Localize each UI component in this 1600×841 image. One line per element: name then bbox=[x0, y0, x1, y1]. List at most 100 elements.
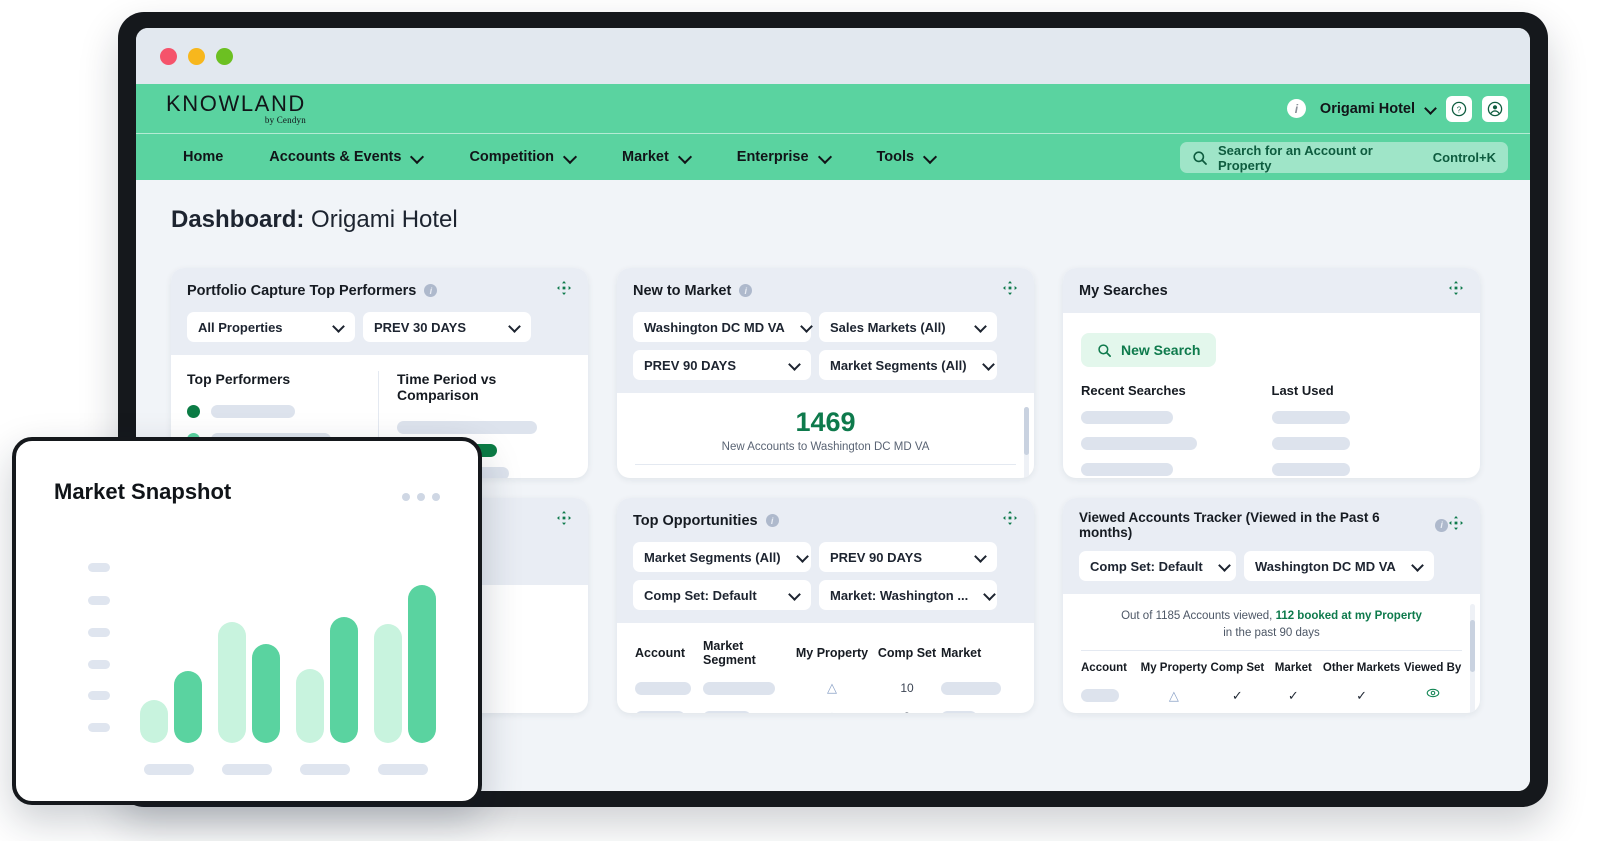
column-recent-searches: Recent Searches bbox=[1081, 383, 1186, 398]
column-account: Account bbox=[635, 476, 787, 478]
drag-handle-icon[interactable] bbox=[556, 510, 572, 531]
redacted-value bbox=[635, 710, 685, 713]
filter-market-segments[interactable]: Market Segments (All) bbox=[819, 350, 997, 380]
drag-handle-icon[interactable] bbox=[1448, 515, 1464, 536]
drag-handle-icon[interactable] bbox=[1002, 280, 1018, 301]
comparison-heading: Time Period vs Comparison bbox=[397, 371, 497, 403]
drag-handle-icon[interactable] bbox=[1002, 510, 1018, 531]
filter-market-segments[interactable]: Market Segments (All) bbox=[633, 542, 811, 572]
scrollbar-thumb[interactable] bbox=[1470, 620, 1475, 672]
drag-handle-icon[interactable] bbox=[556, 280, 572, 301]
bar-group bbox=[374, 563, 440, 743]
vertical-scrollbar[interactable] bbox=[1470, 604, 1475, 713]
filter-period[interactable]: PREV 90 DAYS bbox=[633, 350, 811, 380]
filter-period[interactable]: PREV 30 DAYS bbox=[363, 312, 531, 342]
x-axis-tick-label bbox=[222, 764, 272, 775]
chevron-down-icon[interactable] bbox=[1425, 103, 1436, 114]
new-search-button[interactable]: New Search bbox=[1081, 333, 1217, 367]
global-search[interactable]: Search for an Account or Property Contro… bbox=[1180, 142, 1508, 173]
logo-wordmark: KNOWLAND bbox=[166, 90, 306, 116]
filter-market[interactable]: Market: Washington ... bbox=[819, 580, 997, 610]
window-maximize-button[interactable] bbox=[216, 47, 233, 65]
nav-item-competition[interactable]: Competition bbox=[469, 149, 576, 165]
more-horizontal-icon[interactable] bbox=[402, 493, 440, 501]
knowland-logo[interactable]: KNOWLAND by Cendyn bbox=[166, 90, 306, 125]
widget-filters: All Properties PREV 30 DAYS bbox=[187, 312, 572, 342]
widget-body: 1469 New Accounts to Washington DC MD VA… bbox=[617, 393, 1034, 478]
nav-item-home[interactable]: Home bbox=[183, 149, 223, 165]
nav-label: Enterprise bbox=[736, 149, 809, 165]
redacted-value bbox=[941, 710, 977, 713]
nav-label: Accounts & Events bbox=[269, 149, 402, 165]
filter-sales-markets[interactable]: Sales Markets (All) bbox=[819, 312, 997, 342]
column-other-markets: Other Markets bbox=[1322, 662, 1401, 675]
chart-bars bbox=[140, 563, 458, 743]
widget-my-searches: My Searches New Search Recent Searches L… bbox=[1063, 268, 1480, 478]
search-input[interactable]: Search for an Account or Property bbox=[1218, 143, 1423, 173]
note-highlight: 112 booked at my Property bbox=[1275, 610, 1422, 622]
note-prefix: Out of 1185 Accounts viewed, bbox=[1121, 610, 1276, 622]
widget-title: New to Market bbox=[633, 282, 732, 299]
bar-comparison bbox=[296, 669, 324, 743]
info-icon[interactable]: i bbox=[424, 284, 438, 297]
drag-handle-icon[interactable] bbox=[1448, 280, 1464, 301]
nav-item-tools[interactable]: Tools bbox=[877, 149, 937, 165]
bar-current bbox=[408, 585, 436, 743]
info-icon[interactable]: i bbox=[1435, 518, 1448, 532]
window-close-button[interactable] bbox=[160, 47, 177, 65]
chevron-down-icon bbox=[1412, 561, 1423, 572]
scrollbar-thumb[interactable] bbox=[1024, 407, 1029, 455]
search-icon bbox=[1098, 343, 1111, 357]
property-selector-label[interactable]: Origami Hotel bbox=[1320, 101, 1415, 117]
page-title-value: Origami Hotel bbox=[311, 206, 458, 233]
filter-market[interactable]: Washington DC MD VA bbox=[633, 312, 811, 342]
filter-label: Washington DC MD VA bbox=[644, 319, 785, 335]
widget-body: New Search Recent Searches Last Used bbox=[1063, 313, 1480, 478]
page-title-label: Dashboard: bbox=[171, 206, 305, 233]
list-item[interactable] bbox=[187, 405, 364, 418]
filter-comp-set[interactable]: Comp Set: Default bbox=[633, 580, 811, 610]
nav-item-enterprise[interactable]: Enterprise bbox=[737, 149, 831, 165]
help-button[interactable]: ? bbox=[1446, 95, 1472, 122]
chevron-down-icon bbox=[983, 360, 986, 371]
widget-body: Account Market Segment My Property Comp … bbox=[617, 623, 1034, 713]
info-icon[interactable]: i bbox=[765, 514, 779, 527]
info-icon[interactable]: i bbox=[1286, 99, 1306, 118]
vertical-scrollbar[interactable] bbox=[1024, 407, 1029, 478]
column-my-property: My Property bbox=[1140, 662, 1208, 675]
app-header-right: i Origami Hotel ? bbox=[1286, 84, 1508, 133]
widget-header: Portfolio Capture Top Performers i All P… bbox=[171, 268, 588, 355]
cell-viewed-by[interactable] bbox=[1403, 686, 1462, 705]
window-minimize-button[interactable] bbox=[188, 47, 205, 65]
nav-label: Tools bbox=[876, 149, 915, 165]
widget-title: My Searches bbox=[1079, 282, 1168, 299]
table-row[interactable]: △ 10 bbox=[635, 680, 1016, 696]
table-row[interactable]: △ 9 bbox=[635, 709, 1016, 713]
table-row[interactable]: △ ✓ ✓ ✓ bbox=[1081, 686, 1462, 705]
column-market: Market bbox=[1274, 662, 1312, 675]
filter-label: Sales Markets (All) bbox=[830, 319, 946, 335]
filter-label: Market: Washington ... bbox=[830, 587, 969, 603]
info-icon[interactable]: i bbox=[739, 284, 753, 297]
bar-group bbox=[296, 563, 362, 743]
account-button[interactable] bbox=[1482, 95, 1508, 122]
widget-header: Viewed Accounts Tracker (Viewed in the P… bbox=[1063, 498, 1480, 594]
redacted-value bbox=[635, 681, 691, 695]
filter-market[interactable]: Washington DC MD VA bbox=[1244, 551, 1434, 581]
redacted-value bbox=[1081, 463, 1173, 476]
redacted-value bbox=[703, 710, 751, 713]
nav-item-accounts-events[interactable]: Accounts & Events bbox=[269, 149, 423, 165]
nav-item-market[interactable]: Market bbox=[622, 149, 691, 165]
filter-period[interactable]: PREV 90 DAYS bbox=[819, 542, 997, 572]
filter-properties[interactable]: All Properties bbox=[187, 312, 355, 342]
column-account: Account bbox=[1081, 662, 1127, 675]
column-market-segment: Market Segment bbox=[703, 639, 756, 667]
chevron-down-icon bbox=[509, 322, 520, 333]
filter-comp-set[interactable]: Comp Set: Default bbox=[1079, 551, 1236, 581]
chevron-down-icon bbox=[411, 151, 423, 163]
market-snapshot-card: Market Snapshot bbox=[12, 437, 482, 805]
y-axis-tick-label bbox=[88, 628, 110, 637]
table-header: Account Market Segment / Industry bbox=[635, 465, 1016, 478]
filter-label: Market Segments (All) bbox=[830, 357, 967, 373]
redacted-value bbox=[1271, 437, 1350, 450]
